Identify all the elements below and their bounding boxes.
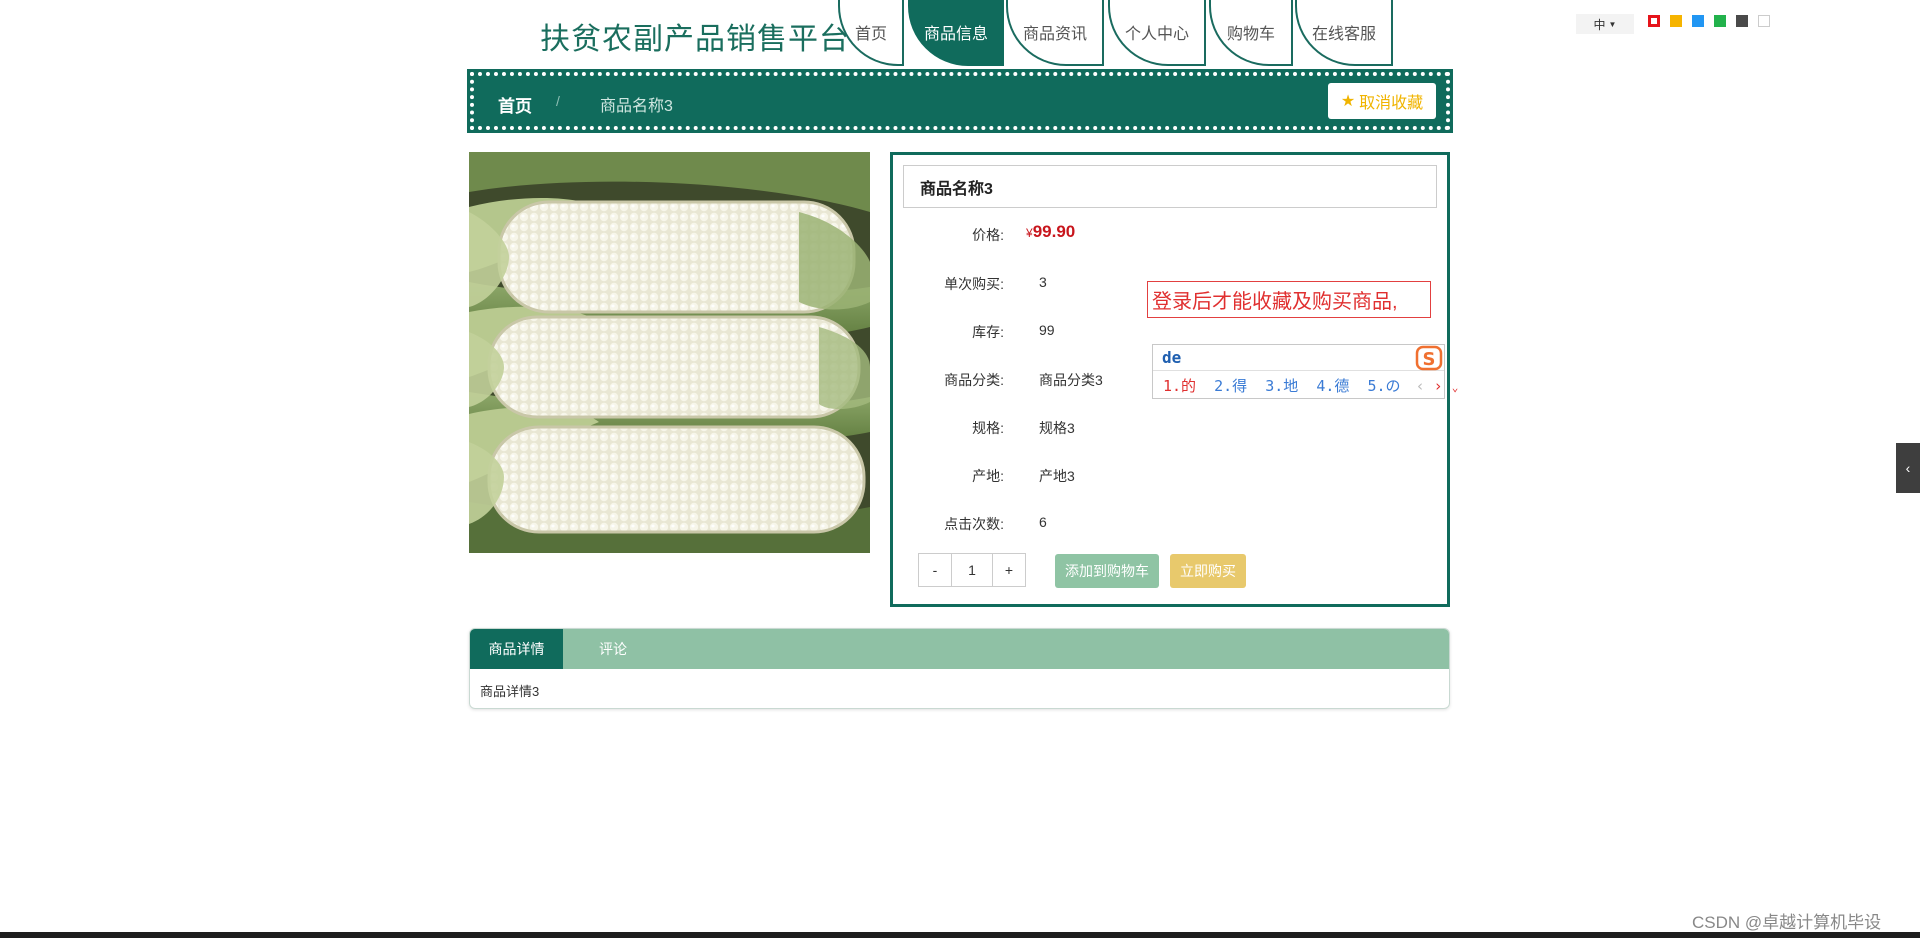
theme-swatch-dark[interactable]: [1736, 15, 1748, 27]
origin-value: 产地3: [1039, 468, 1075, 484]
language-select[interactable]: 中 ▼: [1576, 14, 1634, 34]
caret-down-icon: ▼: [1608, 19, 1617, 29]
ime-composition: de: [1162, 348, 1182, 367]
watermark: CSDN @卓越计算机毕设: [1692, 913, 1882, 932]
sogou-logo-icon: S: [1414, 344, 1444, 372]
login-notice: 登录后才能收藏及购买商品,: [1147, 281, 1431, 318]
price-value: ¥99.90: [1026, 222, 1075, 242]
product-name: 商品名称3: [903, 165, 1437, 208]
star-icon: ★: [1340, 93, 1356, 110]
add-to-cart-button[interactable]: 添加到购物车: [1055, 554, 1159, 588]
buy-now-button[interactable]: 立即购买: [1170, 554, 1246, 588]
ime-prev-icon[interactable]: ‹: [1416, 377, 1425, 395]
ime-candidate-4[interactable]: 4.德: [1316, 377, 1349, 395]
quantity-input[interactable]: [952, 553, 992, 587]
theme-swatch-green[interactable]: [1714, 15, 1726, 27]
product-tabs: 商品详情 评论 商品详情3: [469, 628, 1450, 709]
site-title: 扶贫农副产品销售平台: [540, 23, 850, 56]
quantity-decrease-button[interactable]: -: [918, 553, 952, 587]
spec-value: 规格3: [1039, 420, 1075, 436]
clicks-label: 点击次数:: [944, 516, 1004, 532]
product-image: [469, 152, 870, 553]
nav-online-service[interactable]: 在线客服: [1295, 0, 1393, 66]
ime-candidate-1[interactable]: 1.的: [1163, 377, 1196, 395]
quantity-increase-button[interactable]: +: [992, 553, 1026, 587]
single-purchase-label: 单次购买:: [944, 276, 1004, 292]
stock-label: 库存:: [972, 324, 1004, 340]
ime-candidate-3[interactable]: 3.地: [1265, 377, 1298, 395]
tab-product-details[interactable]: 商品详情: [470, 629, 563, 669]
spec-label: 规格:: [972, 420, 1004, 436]
ime-candidate-2[interactable]: 2.得: [1214, 377, 1247, 395]
language-label: 中: [1593, 17, 1606, 32]
category-label: 商品分类:: [944, 372, 1004, 388]
nav-personal-center[interactable]: 个人中心: [1108, 0, 1206, 66]
price-label: 价格:: [972, 227, 1004, 243]
category-value: 商品分类3: [1039, 372, 1103, 388]
quantity-stepper: - +: [918, 553, 1026, 587]
ime-candidates: 1.的 2.得 3.地 4.德 5.の ‹ › ⌄: [1163, 375, 1458, 396]
ime-next-icon[interactable]: ›: [1434, 377, 1443, 395]
theme-swatch-blue[interactable]: [1692, 15, 1704, 27]
breadcrumb-home[interactable]: 首页: [498, 92, 532, 117]
tab-content: 商品详情3: [480, 684, 540, 699]
nav-product-news[interactable]: 商品资讯: [1006, 0, 1104, 66]
nav-cart[interactable]: 购物车: [1209, 0, 1293, 66]
theme-swatch-red[interactable]: [1648, 15, 1660, 27]
nav-product-info[interactable]: 商品信息: [908, 0, 1004, 66]
price-amount: 99.90: [1032, 222, 1076, 241]
origin-label: 产地:: [972, 468, 1004, 484]
stock-value: 99: [1039, 322, 1055, 338]
clicks-value: 6: [1039, 514, 1047, 530]
theme-swatch-white[interactable]: [1758, 15, 1770, 27]
unfavorite-label: 取消收藏: [1359, 95, 1424, 112]
breadcrumb-current: 商品名称3: [600, 98, 673, 115]
ime-candidate-5[interactable]: 5.の: [1368, 377, 1401, 395]
ime-divider: [1153, 370, 1444, 371]
svg-text:S: S: [1423, 349, 1436, 370]
tab-comments[interactable]: 评论: [563, 629, 663, 669]
side-panel-toggle[interactable]: ‹: [1896, 443, 1920, 493]
bottom-edge-bar: [0, 932, 1920, 938]
unfavorite-button[interactable]: ★ 取消收藏: [1328, 83, 1436, 119]
ime-expand-icon[interactable]: ⌄: [1452, 381, 1459, 394]
chevron-left-icon: ‹: [1905, 460, 1911, 476]
currency-symbol: ¥: [1026, 226, 1033, 240]
tabs-header: 商品详情 评论: [470, 629, 1449, 669]
breadcrumb-separator: /: [556, 93, 560, 109]
theme-swatch-yellow[interactable]: [1670, 15, 1682, 27]
single-purchase-value: 3: [1039, 274, 1047, 290]
